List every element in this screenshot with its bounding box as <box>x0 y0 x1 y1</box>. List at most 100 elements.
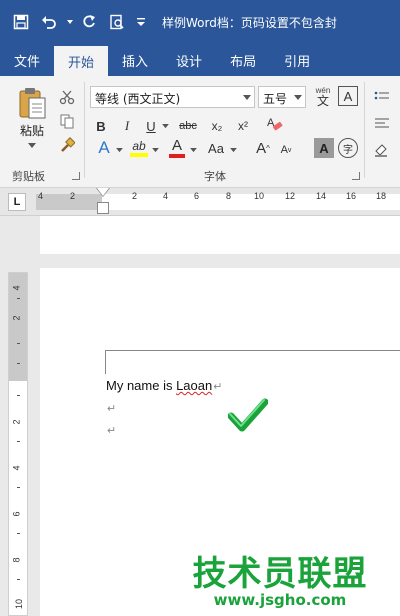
font-launcher-icon[interactable] <box>352 172 360 180</box>
tab-insert[interactable]: 插入 <box>108 44 162 76</box>
bullets-icon[interactable] <box>372 88 390 106</box>
tab-selector-button[interactable]: L <box>8 193 26 211</box>
ruler-number: 14 <box>316 191 327 201</box>
vruler-number: 2 <box>11 419 22 425</box>
chevron-down-icon <box>243 95 251 100</box>
font-size-value: 五号 <box>263 92 288 106</box>
font-color-label: A <box>171 137 182 154</box>
chevron-down-icon[interactable] <box>230 148 237 153</box>
character-border-button[interactable]: A <box>338 86 358 106</box>
grow-font-label: A <box>256 139 267 157</box>
ruler-number: 4 <box>38 191 44 201</box>
bold-button[interactable]: B <box>92 116 110 136</box>
font-color-button[interactable]: A <box>168 138 186 158</box>
enclose-characters-button[interactable]: 字 <box>338 138 358 158</box>
document-paragraph[interactable]: My name is Laoan↵ <box>106 378 222 393</box>
clipboard-icon <box>19 88 46 119</box>
vruler-number: 6 <box>11 511 22 517</box>
subscript-button[interactable]: x₂ <box>206 116 228 136</box>
text-effects-button[interactable]: A <box>94 138 114 158</box>
empty-paragraph[interactable]: ↵ <box>106 422 116 437</box>
paragraph-mark: ↵ <box>213 381 223 393</box>
vruler-number: 10 <box>14 598 25 610</box>
font-name-value: 等线 (西文正文) <box>95 92 181 106</box>
ruler-number: 10 <box>254 191 265 201</box>
checkmark-icon <box>228 398 268 432</box>
tab-home[interactable]: 开始 <box>54 46 109 76</box>
empty-paragraph[interactable]: ↵ <box>106 400 116 415</box>
vertical-ruler[interactable]: 4 2 2 4 6 8 10 <box>8 272 28 616</box>
watermark: 技术员联盟 www.jsgho.com <box>170 546 390 609</box>
vruler-tick <box>17 363 20 364</box>
redo-icon[interactable] <box>78 11 100 33</box>
phonetic-guide-button[interactable]: wén 文 <box>312 84 334 110</box>
paste-button[interactable]: 粘贴 <box>12 86 52 156</box>
ruler-number: 2 <box>132 191 138 201</box>
ribbon-tabs: 文件 开始 插入 设计 布局 引用 <box>0 44 400 76</box>
chevron-down-icon[interactable] <box>116 148 123 153</box>
tab-file[interactable]: 文件 <box>0 44 54 76</box>
align-left-icon[interactable] <box>372 114 390 132</box>
shrink-font-button[interactable]: Av <box>278 140 294 160</box>
ruler-number: 12 <box>285 191 296 201</box>
font-size-select[interactable]: 五号 <box>258 86 306 108</box>
clear-formatting-icon[interactable]: A <box>264 114 286 134</box>
clipboard-launcher-icon[interactable] <box>72 172 80 180</box>
document-text: My name is <box>106 378 177 393</box>
copy-icon[interactable] <box>58 112 76 130</box>
margin-guide-vertical <box>105 350 106 374</box>
chevron-down-icon[interactable] <box>66 11 74 33</box>
ruler-number: 18 <box>376 191 387 201</box>
highlight-swatch <box>130 152 148 157</box>
ruler-number: 6 <box>194 191 200 201</box>
shrink-font-label: A <box>280 144 288 156</box>
vruler-tick <box>17 395 20 396</box>
ruler-number: 8 <box>226 191 232 201</box>
paste-label: 粘贴 <box>19 124 44 138</box>
title-bar: 样例Word档：页码设置不包含封 <box>0 0 400 44</box>
ruler-number: 2 <box>70 191 76 201</box>
superscript-button[interactable]: x² <box>232 116 254 136</box>
vruler-number: 8 <box>11 557 22 563</box>
grow-font-button[interactable]: A ^ <box>254 138 272 158</box>
vruler-number: 2 <box>11 315 22 321</box>
italic-button[interactable]: I <box>118 116 136 136</box>
group-divider <box>84 82 85 178</box>
ruler-number: 4 <box>163 191 169 201</box>
misspelled-word[interactable]: Laoan <box>176 378 212 393</box>
tab-references[interactable]: 引用 <box>270 44 324 76</box>
format-painter-icon[interactable] <box>58 136 76 154</box>
vruler-tick <box>17 298 20 299</box>
chevron-down-icon[interactable] <box>190 148 197 153</box>
font-group-label: 字体 <box>204 170 226 183</box>
chevron-down-icon[interactable] <box>162 124 169 129</box>
chevron-down-icon[interactable] <box>152 148 159 153</box>
document-title: 样例Word档：页码设置不包含封 <box>162 15 337 30</box>
save-icon[interactable] <box>10 11 32 33</box>
customize-icon[interactable] <box>134 11 148 33</box>
horizontal-ruler[interactable]: L 4 2 2 4 6 8 10 12 14 16 18 <box>0 188 400 216</box>
highlight-label: ab <box>132 138 146 153</box>
cut-icon[interactable] <box>58 88 76 106</box>
character-shading-button[interactable]: A <box>314 138 334 158</box>
vruler-tick <box>17 441 20 442</box>
ruler-left-margin <box>36 194 102 210</box>
left-indent-marker[interactable] <box>97 202 109 214</box>
vruler-number: 4 <box>11 465 22 471</box>
document-area: 4 2 2 4 6 8 10 My name is Laoan↵ ↵ ↵ 技术员… <box>0 216 400 616</box>
strikethrough-button[interactable]: abc <box>174 116 202 136</box>
ribbon: 粘贴 剪贴板 等线 (西文正文) 五号 wén 文 A B I U abc x₂… <box>0 76 400 188</box>
underline-button[interactable]: U <box>142 116 160 136</box>
font-name-select[interactable]: 等线 (西文正文) <box>90 86 255 108</box>
tab-layout[interactable]: 布局 <box>216 44 270 76</box>
group-divider <box>364 82 365 178</box>
print-preview-icon[interactable] <box>106 11 128 33</box>
font-color-swatch <box>169 154 185 158</box>
previous-page <box>40 216 400 254</box>
paragraph-mark: ↵ <box>107 425 117 437</box>
shading-icon[interactable] <box>372 140 390 158</box>
tab-design[interactable]: 设计 <box>162 44 216 76</box>
change-case-button[interactable]: Aa <box>204 138 228 158</box>
undo-icon[interactable] <box>38 11 60 33</box>
highlight-button[interactable]: ab <box>128 138 150 158</box>
